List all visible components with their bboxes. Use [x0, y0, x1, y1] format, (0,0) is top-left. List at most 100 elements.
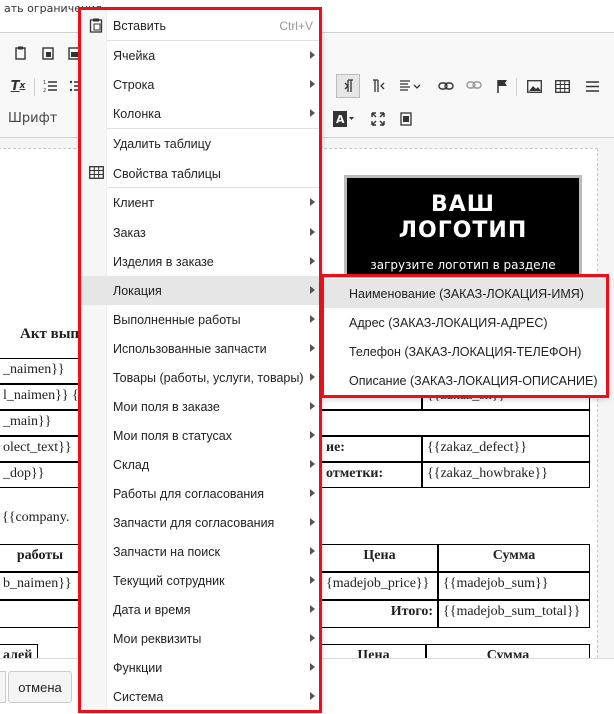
- remove-format-icon[interactable]: Tx: [8, 76, 28, 96]
- save-button[interactable]: [0, 671, 6, 703]
- menu-item[interactable]: Ячейка: [81, 41, 321, 70]
- menu-item-label: Изделия в заказе: [113, 254, 214, 269]
- table-cell[interactable]: {{zakaz_howbrake}}: [422, 462, 590, 488]
- menu-item[interactable]: Клиент: [81, 188, 321, 217]
- submenu-item[interactable]: Наименование (ЗАКАЗ-ЛОКАЦИЯ-ИМЯ): [324, 279, 606, 308]
- menu-item[interactable]: Товары (работы, услуги, товары): [81, 363, 321, 392]
- table-cell[interactable]: ие:: [322, 436, 422, 462]
- table-cell[interactable]: _dop}}: [0, 462, 82, 488]
- ltr-icon[interactable]: [336, 74, 360, 98]
- menu-item[interactable]: Мои реквизиты: [81, 624, 321, 653]
- cancel-button[interactable]: отмена: [8, 671, 72, 703]
- menu-item-label: Система: [113, 689, 164, 704]
- menu-item[interactable]: Локация: [81, 276, 321, 305]
- parts-header-price[interactable]: Цена: [322, 644, 426, 658]
- table-cell[interactable]: {{zakaz_defect}}: [422, 436, 590, 462]
- submenu-arrow-icon: [310, 460, 315, 468]
- menu-item[interactable]: Система: [81, 682, 321, 711]
- menu-separator: [107, 187, 321, 188]
- act-title: Акт выпо: [20, 326, 87, 342]
- menu-item[interactable]: Мои поля в заказе: [81, 392, 321, 421]
- table-cell[interactable]: _main}}: [0, 410, 82, 436]
- submenu-arrow-icon: [310, 431, 315, 439]
- menu-item[interactable]: Использованные запчасти: [81, 334, 321, 363]
- jobs-row-name[interactable]: b_naimen}}: [0, 572, 82, 600]
- menu-item[interactable]: Текущий сотрудник: [81, 566, 321, 595]
- menu-item-label: Колонка: [113, 106, 161, 121]
- svg-text:A: A: [336, 113, 345, 126]
- submenu-arrow-icon: [310, 344, 315, 352]
- anchor-flag-icon[interactable]: [492, 76, 512, 96]
- menu-item-label: Клиент: [113, 195, 155, 210]
- menu-item[interactable]: Запчасти для согласования: [81, 508, 321, 537]
- menu-item[interactable]: Колонка: [81, 99, 321, 128]
- submenu-item[interactable]: Телефон (ЗАКАЗ-ЛОКАЦИЯ-ТЕЛЕФОН): [324, 337, 606, 366]
- image-icon[interactable]: [524, 76, 544, 96]
- parts-header-name[interactable]: алей: [0, 644, 38, 658]
- menu-separator: [107, 128, 321, 129]
- menu-item-label: Запчасти для согласования: [113, 515, 275, 530]
- submenu-arrow-icon: [310, 518, 315, 526]
- show-blocks-icon[interactable]: [396, 109, 416, 129]
- menu-item[interactable]: Изделия в заказе: [81, 247, 321, 276]
- menu-item-label: Склад: [113, 457, 150, 472]
- menu-item[interactable]: Мои поля в статусах: [81, 421, 321, 450]
- table-cell[interactable]: l_naimen}} {{: [0, 384, 82, 410]
- menu-item-label: Строка: [113, 77, 155, 92]
- logo-title-line2: ЛОГОТИП: [398, 218, 528, 243]
- table-cell[interactable]: _naimen}}: [0, 358, 82, 384]
- submenu-item[interactable]: Описание (ЗАКАЗ-ЛОКАЦИЯ-ОПИСАНИЕ): [324, 366, 606, 395]
- svg-text:1: 1: [43, 80, 46, 86]
- menu-item-label: Мои поля в заказе: [113, 399, 220, 414]
- numbered-list-icon[interactable]: 12: [40, 76, 60, 96]
- table-insert-icon[interactable]: [552, 76, 572, 96]
- submenu-item-label: Описание (ЗАКАЗ-ЛОКАЦИЯ-ОПИСАНИЕ): [349, 373, 598, 388]
- unlink-icon[interactable]: [464, 76, 484, 96]
- jobs-row-sum[interactable]: {{madejob_sum}}: [438, 572, 590, 600]
- menu-item[interactable]: Удалить таблицу: [81, 129, 321, 158]
- copy-icon[interactable]: [10, 43, 30, 63]
- submenu-arrow-icon: [310, 80, 315, 88]
- submenu-arrow-icon: [310, 692, 315, 700]
- menu-item[interactable]: Свойства таблицы: [81, 159, 321, 188]
- menu-item-label: Использованные запчасти: [113, 341, 267, 356]
- menu-item[interactable]: Дата и время: [81, 595, 321, 624]
- menu-item[interactable]: Строка: [81, 70, 321, 99]
- submenu-item[interactable]: Адрес (ЗАКАЗ-ЛОКАЦИЯ-АДРЕС): [324, 308, 606, 337]
- maximize-icon[interactable]: [368, 109, 388, 129]
- table-cell[interactable]: отметки:: [322, 462, 422, 488]
- rtl-icon[interactable]: [368, 76, 388, 96]
- menu-item[interactable]: Функции: [81, 653, 321, 682]
- editor-page: ать ограничения Tx 12 Шрифт A ВАШ ЛОГОТИ…: [0, 0, 614, 714]
- menu-item[interactable]: Заказ: [81, 218, 321, 247]
- menu-item-shortcut: Ctrl+V: [279, 18, 313, 33]
- menu-item[interactable]: Работы для согласования: [81, 479, 321, 508]
- language-icon[interactable]: [396, 76, 424, 96]
- jobs-row-price[interactable]: {madejob_price}}: [322, 572, 438, 600]
- horizontal-rule-icon[interactable]: [582, 76, 602, 96]
- menu-item-label: Запчасти на поиск: [113, 544, 220, 559]
- menu-item-label: Дата и время: [113, 602, 191, 617]
- table-cell[interactable]: [322, 410, 590, 436]
- submenu-arrow-icon: [310, 402, 315, 410]
- submenu-item-label: Телефон (ЗАКАЗ-ЛОКАЦИЯ-ТЕЛЕФОН): [349, 344, 582, 359]
- submenu-arrow-icon: [310, 576, 315, 584]
- jobs-header-work[interactable]: работы: [0, 544, 82, 572]
- menu-item[interactable]: Вставить Ctrl+V: [81, 11, 321, 40]
- menu-item-label: Работы для согласования: [113, 486, 265, 501]
- menu-item-label: Вставить: [113, 18, 166, 33]
- parts-header-sum[interactable]: Сумма: [426, 644, 590, 658]
- jobs-header-price[interactable]: Цена: [322, 544, 438, 572]
- menu-item-label: Заказ: [113, 225, 146, 240]
- table-cell[interactable]: olect_text}}: [0, 436, 82, 462]
- submenu-arrow-icon: [310, 373, 315, 381]
- jobs-header-sum[interactable]: Сумма: [438, 544, 590, 572]
- menu-item[interactable]: Запчасти на поиск: [81, 537, 321, 566]
- link-icon[interactable]: [436, 76, 456, 96]
- menu-item[interactable]: Выполненные работы: [81, 305, 321, 334]
- paste-text-icon[interactable]: [38, 43, 58, 63]
- svg-text:2: 2: [43, 88, 46, 93]
- menu-item[interactable]: Склад: [81, 450, 321, 479]
- text-color-icon[interactable]: A: [332, 109, 356, 129]
- jobs-total-value[interactable]: {{madejob_sum_total}}: [438, 600, 590, 628]
